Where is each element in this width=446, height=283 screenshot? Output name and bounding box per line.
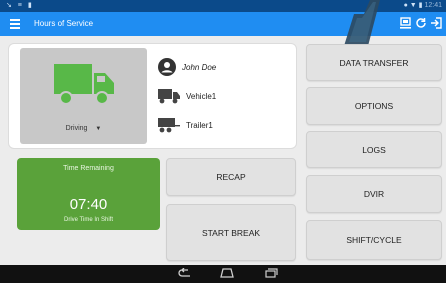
dvir-button[interactable]: DVIR xyxy=(306,175,442,213)
options-button[interactable]: OPTIONS xyxy=(306,87,442,125)
duty-status-label: Driving xyxy=(65,125,88,132)
trailer-icon xyxy=(158,118,180,133)
driver-name-row: John Doe xyxy=(158,56,216,78)
time-remaining-sub: Drive Time In Shift xyxy=(63,217,113,223)
recent-apps-icon[interactable] xyxy=(263,268,279,280)
chevron-down-icon: ▼ xyxy=(95,126,102,132)
vehicle-row[interactable]: Vehicle1 xyxy=(158,85,216,107)
trailer-name: Trailer1 xyxy=(186,120,213,130)
time-remaining-card[interactable]: Time Remaining 07:40 Drive Time In Shift xyxy=(17,158,160,230)
time-remaining-label: Time Remaining xyxy=(63,165,114,172)
user-icon xyxy=(158,58,176,76)
duty-status-dropdown[interactable]: Driving ▼ xyxy=(20,125,147,132)
vehicle-icon xyxy=(158,89,180,104)
navigation-bar xyxy=(0,265,446,283)
duty-status-panel[interactable]: Driving ▼ xyxy=(20,48,147,144)
vehicle-name: Vehicle1 xyxy=(186,91,217,101)
recap-button[interactable]: RECAP xyxy=(166,158,296,196)
start-break-button[interactable]: START BREAK xyxy=(166,204,296,261)
time-remaining-value: 07:40 xyxy=(69,196,108,213)
data-transfer-button[interactable]: DATA TRANSFER xyxy=(306,44,442,81)
trailer-row[interactable]: Trailer1 xyxy=(158,114,213,136)
driver-name: John Doe xyxy=(182,62,217,72)
shift-cycle-button[interactable]: SHIFT/CYCLE xyxy=(306,220,442,260)
back-icon[interactable] xyxy=(177,267,193,280)
logs-button[interactable]: LOGS xyxy=(306,131,442,168)
home-icon[interactable] xyxy=(219,268,235,280)
truck-icon xyxy=(54,64,114,105)
